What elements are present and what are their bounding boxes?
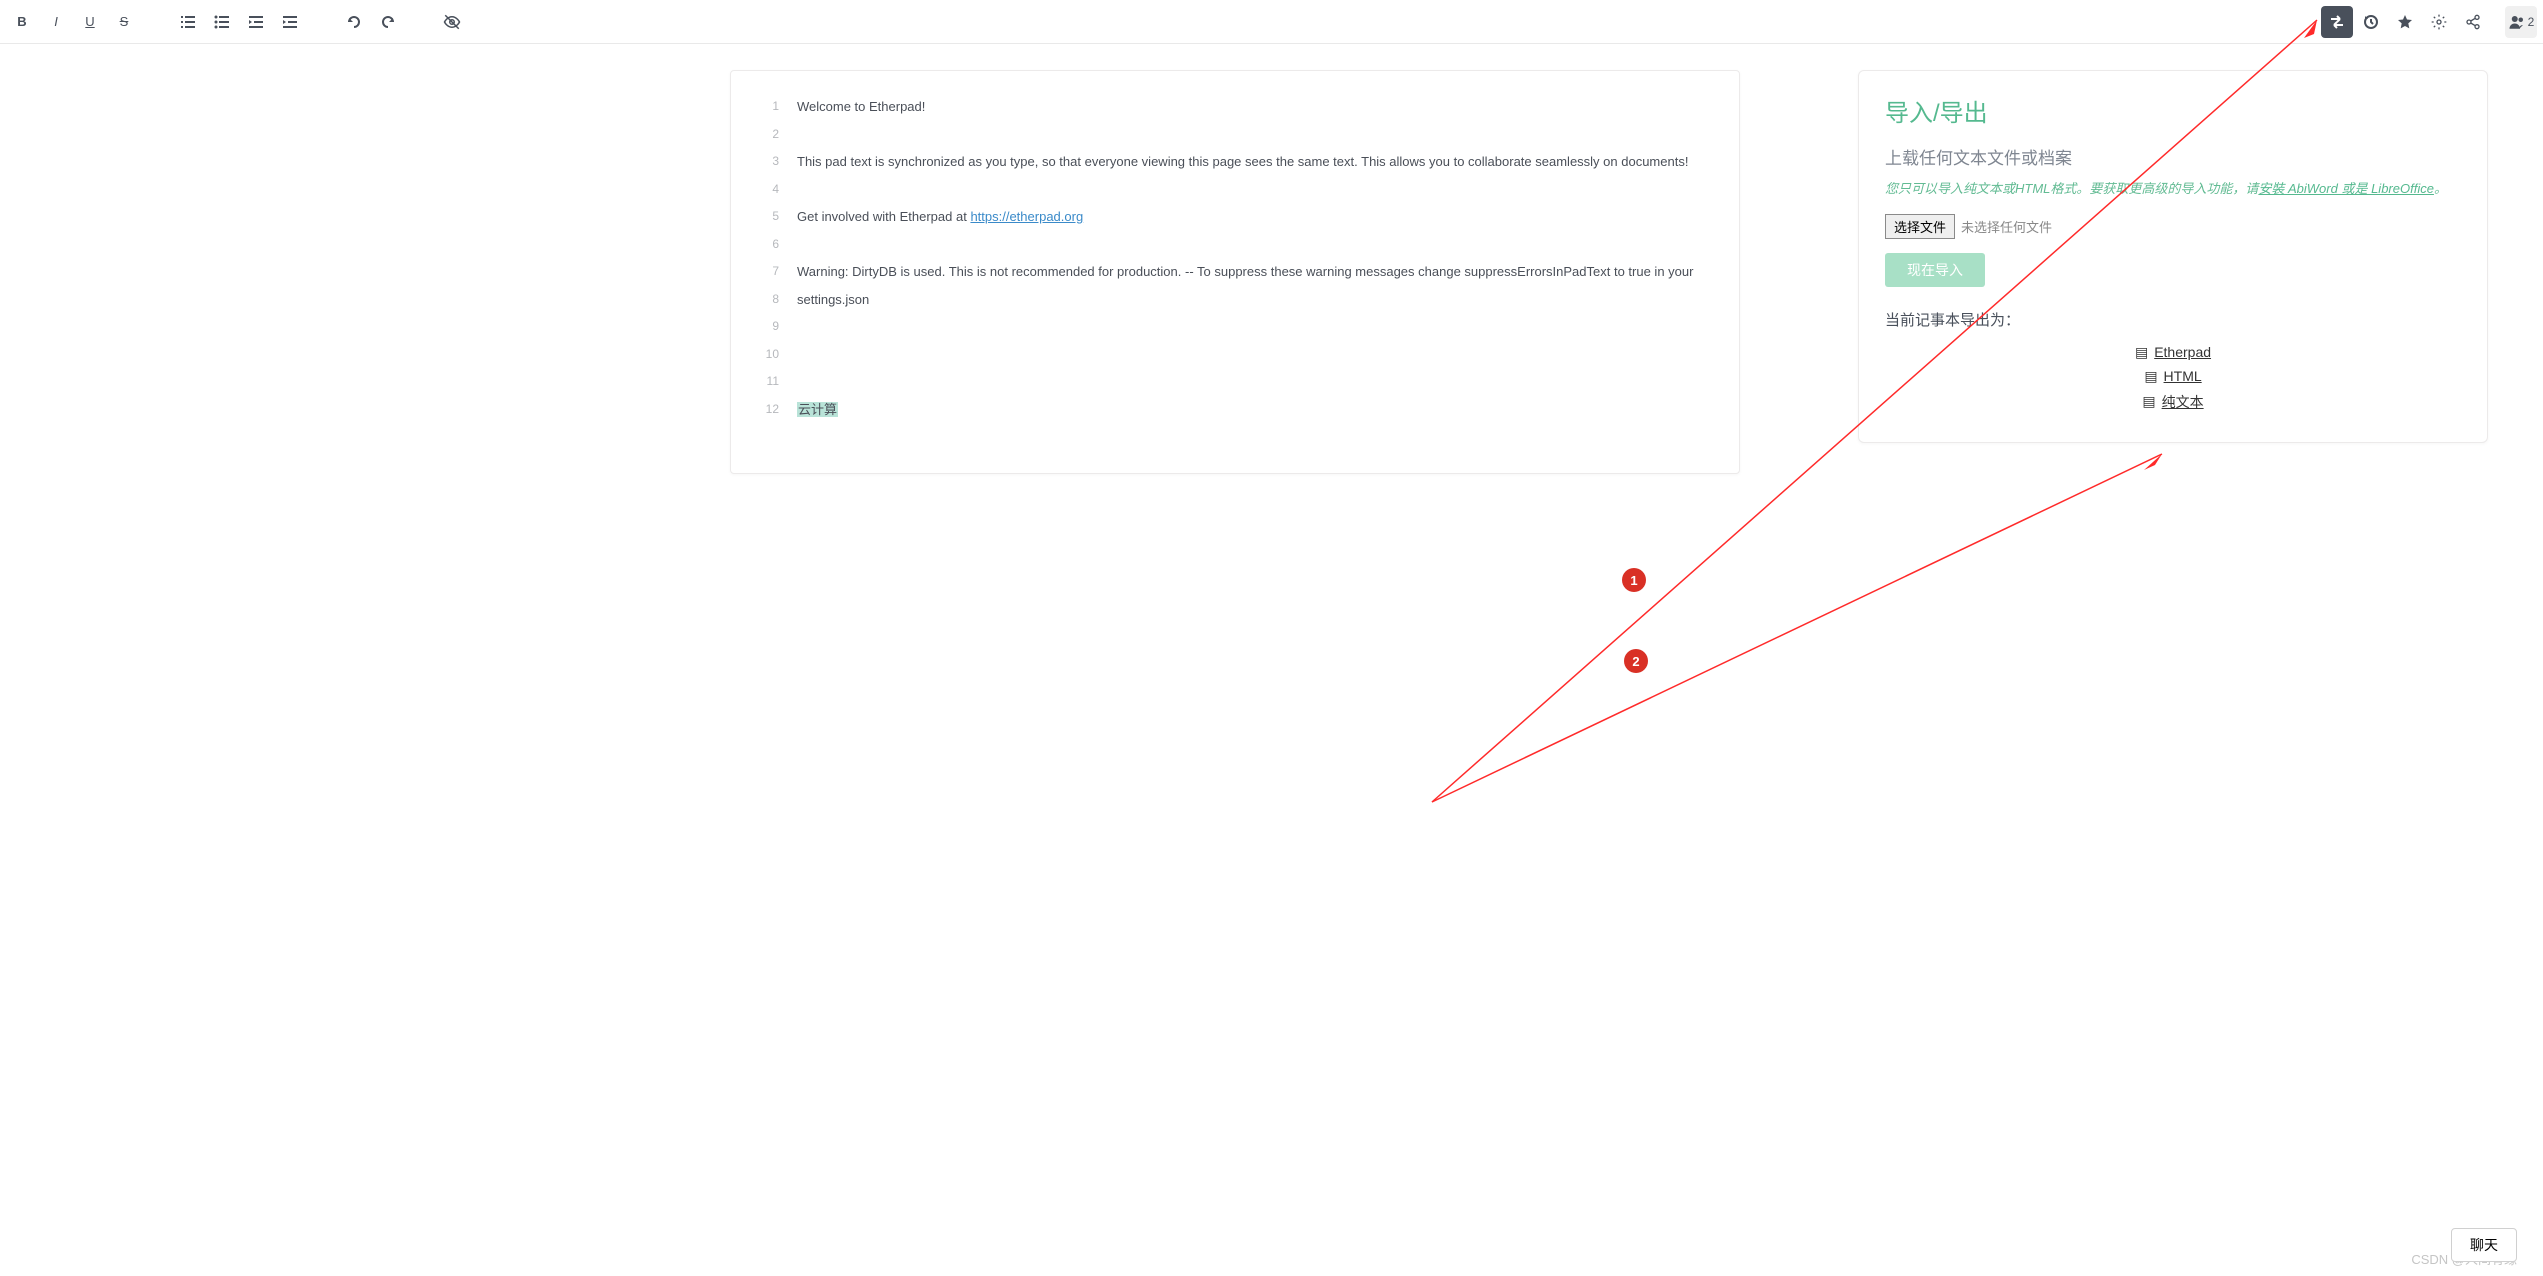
text-line: This pad text is synchronized as you typ… <box>797 148 1715 176</box>
line-number: 6 <box>731 231 779 259</box>
line-number: 5 <box>731 203 779 231</box>
highlighted-text: 云计算 <box>797 402 838 417</box>
text-line: 云计算 <box>797 396 1715 424</box>
timeslider-button[interactable] <box>2355 6 2387 38</box>
import-now-button[interactable]: 现在导入 <box>1885 253 1985 287</box>
import-note: 您只可以导入纯文本或HTML格式。要获取更高级的导入功能，请安裝 AbiWord… <box>1885 179 2461 200</box>
file-status: 未选择任何文件 <box>1961 217 2052 236</box>
text-file-icon: ▤ <box>2142 393 2155 410</box>
export-title: 当前记事本导出为： <box>1885 309 2461 330</box>
export-html[interactable]: ▤HTML <box>2144 368 2201 385</box>
outdent-button[interactable] <box>240 6 272 38</box>
users-count: 2 <box>2528 15 2535 29</box>
clear-authorship-button[interactable] <box>436 6 468 38</box>
panel-title: 导入/导出 <box>1885 93 2461 128</box>
annotation-badge-1: 1 <box>1622 568 1646 592</box>
toolbar-right: 2 <box>2321 6 2537 38</box>
underline-button[interactable]: U <box>74 6 106 38</box>
export-plain[interactable]: ▤纯文本 <box>2142 392 2203 412</box>
chat-button[interactable]: 聊天 <box>2451 1228 2517 1262</box>
undo-button[interactable] <box>338 6 370 38</box>
strike-button[interactable]: S <box>108 6 140 38</box>
export-etherpad[interactable]: ▤Etherpad <box>2135 344 2211 361</box>
import-export-panel: 导入/导出 上载任何文本文件或档案 您只可以导入纯文本或HTML格式。要获取更高… <box>1858 70 2488 443</box>
editor-content[interactable]: Welcome to Etherpad! This pad text is sy… <box>789 71 1739 473</box>
settings-button[interactable] <box>2423 6 2455 38</box>
unordered-list-button[interactable] <box>206 6 238 38</box>
ordered-list-button[interactable] <box>172 6 204 38</box>
line-gutter: 1 2 3 4 5 6 7 8 9 10 11 12 <box>731 71 789 473</box>
export-list: ▤Etherpad ▤HTML ▤纯文本 <box>1885 344 2461 412</box>
line-number: 9 <box>731 313 779 341</box>
text-line: Warning: DirtyDB is used. This is not re… <box>797 258 1715 313</box>
share-button[interactable] <box>2457 6 2489 38</box>
text-line: Welcome to Etherpad! <box>797 93 1715 121</box>
line-number: 1 <box>731 93 779 121</box>
line-number: 2 <box>731 121 779 149</box>
line-number: 8 <box>731 286 779 314</box>
line-number: 12 <box>731 396 779 424</box>
line-number: 7 <box>731 258 779 286</box>
install-link[interactable]: 安裝 AbiWord 或是 LibreOffice <box>2258 181 2434 196</box>
editor: 1 2 3 4 5 6 7 8 9 10 11 12 Welcome to Et… <box>730 70 1740 474</box>
file-icon: ▤ <box>2135 344 2148 361</box>
text-line: Get involved with Etherpad at https://et… <box>797 203 1715 231</box>
code-file-icon: ▤ <box>2144 368 2157 385</box>
italic-button[interactable]: I <box>40 6 72 38</box>
etherpad-link[interactable]: https://etherpad.org <box>970 209 1083 224</box>
redo-button[interactable] <box>372 6 404 38</box>
toolbar: B I U S 2 <box>0 0 2543 44</box>
line-number: 4 <box>731 176 779 204</box>
toolbar-left: B I U S <box>6 6 468 38</box>
indent-button[interactable] <box>274 6 306 38</box>
line-number: 11 <box>731 368 779 396</box>
bold-button[interactable]: B <box>6 6 38 38</box>
import-export-button[interactable] <box>2321 6 2353 38</box>
choose-file-button[interactable]: 选择文件 <box>1885 214 1955 239</box>
line-number: 10 <box>731 341 779 369</box>
users-button[interactable]: 2 <box>2505 6 2537 38</box>
annotation-badge-2: 2 <box>1624 649 1648 673</box>
upload-subtitle: 上载任何文本文件或档案 <box>1885 144 2461 169</box>
star-button[interactable] <box>2389 6 2421 38</box>
line-number: 3 <box>731 148 779 176</box>
